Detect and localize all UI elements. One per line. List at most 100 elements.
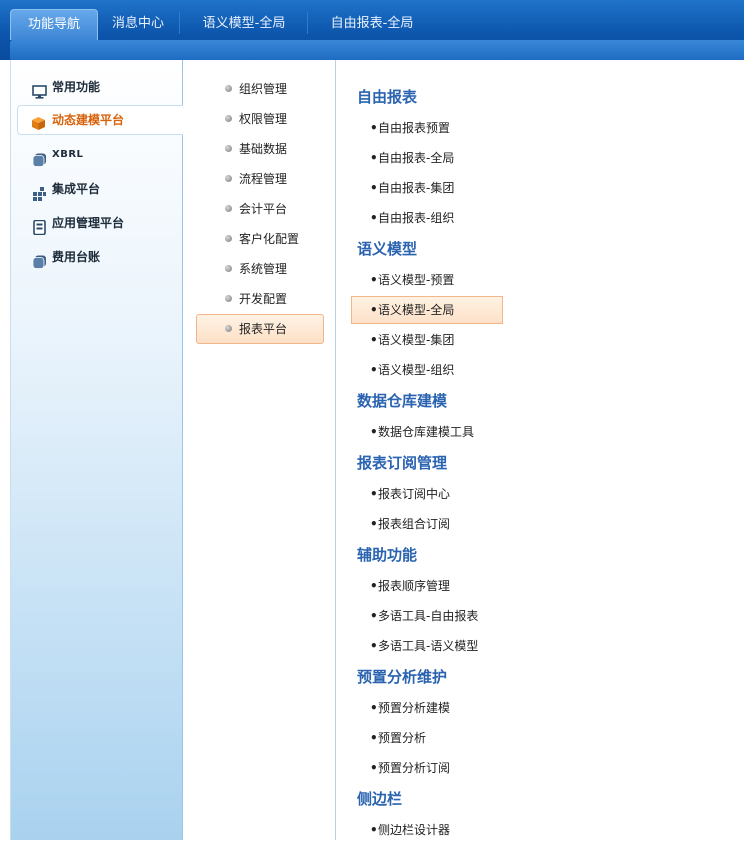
bullet: • xyxy=(370,517,378,531)
link-multilang-semantic-model[interactable]: • 多语工具-语义模型 xyxy=(351,632,503,660)
bullet: • xyxy=(370,363,378,377)
bullet: • xyxy=(370,333,378,347)
left-item-dynamic-modeling[interactable]: 动态建模平台 xyxy=(17,105,185,135)
link-label: 语义模型-集团 xyxy=(378,333,455,347)
mid-item-report-platform[interactable]: 报表平台 xyxy=(196,314,324,344)
tab-separator xyxy=(179,12,180,34)
header-band xyxy=(10,40,744,60)
link-combined-subscription[interactable]: • 报表组合订阅 xyxy=(351,510,503,538)
bullet-dot-icon xyxy=(225,175,232,182)
mid-item-label: 组织管理 xyxy=(239,82,288,96)
bullet-dot-icon xyxy=(225,295,232,302)
bullet: • xyxy=(370,181,378,195)
link-label: 数据仓库建模工具 xyxy=(378,425,475,439)
tab-separator xyxy=(307,12,308,34)
mid-item-accounting-platform[interactable]: 会计平台 xyxy=(196,194,324,224)
right-content-pane: 自由报表 • 自由报表预置 • 自由报表-全局 • 自由报表-集团 • 自由报表-组织 … xyxy=(337,60,744,840)
mid-item-permission-management[interactable]: 权限管理 xyxy=(196,104,324,134)
link-preset-analysis[interactable]: • 预置分析 xyxy=(351,724,503,752)
link-label: 预置分析订阅 xyxy=(378,761,451,775)
tab-function-nav[interactable]: 功能导航 xyxy=(10,9,98,40)
mid-item-label: 权限管理 xyxy=(239,112,288,126)
link-label: 多语工具-自由报表 xyxy=(378,609,479,623)
cube-icon xyxy=(31,113,46,130)
link-free-report-preset[interactable]: • 自由报表预置 xyxy=(351,114,503,142)
left-item-app-management[interactable]: 应用管理平台 xyxy=(11,208,184,238)
left-nav-pane: 常用功能 动态建模平台 XBRL 集成平台 应用管理平台 费用台账 xyxy=(10,60,185,840)
top-nav-bar: 功能导航 消息中心 语义模型-全局 自由报表-全局 xyxy=(0,0,744,60)
link-semantic-model-global[interactable]: • 语义模型-全局 xyxy=(351,296,503,324)
left-item-common-functions[interactable]: 常用功能 xyxy=(11,72,184,102)
group-title-semantic-model: 语义模型 xyxy=(357,240,418,258)
link-semantic-model-org[interactable]: • 语义模型-组织 xyxy=(351,356,503,384)
group-title-sidebar: 侧边栏 xyxy=(357,790,403,808)
mid-item-label: 报表平台 xyxy=(239,322,288,336)
mid-item-system-management[interactable]: 系统管理 xyxy=(196,254,324,284)
server-icon xyxy=(32,216,47,236)
left-item-label: 常用功能 xyxy=(52,80,101,94)
left-item-expense-ledger[interactable]: 费用台账 xyxy=(11,242,184,272)
link-label: 报表顺序管理 xyxy=(378,579,451,593)
bullet: • xyxy=(370,701,378,715)
group-title-auxiliary: 辅助功能 xyxy=(357,546,418,564)
bullet-dot-icon xyxy=(225,85,232,92)
bullet: • xyxy=(370,425,378,439)
link-report-order[interactable]: • 报表顺序管理 xyxy=(351,572,503,600)
mid-item-basic-data[interactable]: 基础数据 xyxy=(196,134,324,164)
group-title-data-warehouse: 数据仓库建模 xyxy=(357,392,448,410)
bullet: • xyxy=(370,211,378,225)
mid-item-label: 会计平台 xyxy=(239,202,288,216)
grid-icon xyxy=(32,182,47,201)
link-label: 语义模型-预置 xyxy=(378,273,455,287)
tab-free-report-global[interactable]: 自由报表-全局 xyxy=(310,9,434,39)
bullet: • xyxy=(370,731,378,745)
link-preset-analysis-subscription[interactable]: • 预置分析订阅 xyxy=(351,754,503,782)
group-title-preset-analysis: 预置分析维护 xyxy=(357,668,448,686)
left-item-label: 集成平台 xyxy=(52,182,101,196)
middle-menu-pane: 组织管理 权限管理 基础数据 流程管理 会计平台 客户化配置 系统管理 开发配置… xyxy=(183,60,336,840)
link-label: 语义模型-组织 xyxy=(378,363,455,377)
bullet-dot-icon xyxy=(225,205,232,212)
group-title-free-report: 自由报表 xyxy=(357,88,418,106)
bullet: • xyxy=(370,273,378,287)
link-label: 预置分析建模 xyxy=(378,701,451,715)
left-item-integration-platform[interactable]: 集成平台 xyxy=(11,174,184,204)
mid-item-process-management[interactable]: 流程管理 xyxy=(196,164,324,194)
link-subscription-center[interactable]: • 报表订阅中心 xyxy=(351,480,503,508)
mid-item-label: 系统管理 xyxy=(239,262,288,276)
tab-message-center[interactable]: 消息中心 xyxy=(98,9,178,39)
link-free-report-org[interactable]: • 自由报表-组织 xyxy=(351,204,503,232)
link-label: 自由报表-集团 xyxy=(378,181,455,195)
left-item-label: 费用台账 xyxy=(52,250,101,264)
left-item-xbrl[interactable]: XBRL xyxy=(11,140,184,170)
bullet-dot-icon xyxy=(225,325,232,332)
tab-semantic-model-global[interactable]: 语义模型-全局 xyxy=(182,9,306,39)
link-multilang-free-report[interactable]: • 多语工具-自由报表 xyxy=(351,602,503,630)
mid-item-org-management[interactable]: 组织管理 xyxy=(196,74,324,104)
link-free-report-group[interactable]: • 自由报表-集团 xyxy=(351,174,503,202)
left-item-label: 应用管理平台 xyxy=(52,216,125,230)
bullet-dot-icon xyxy=(225,235,232,242)
link-label: 多语工具-语义模型 xyxy=(378,639,479,653)
bullet: • xyxy=(370,121,378,135)
link-free-report-global[interactable]: • 自由报表-全局 xyxy=(351,144,503,172)
link-semantic-model-group[interactable]: • 语义模型-集团 xyxy=(351,326,503,354)
link-label: 预置分析 xyxy=(378,731,427,745)
left-item-label: 动态建模平台 xyxy=(52,113,125,127)
bullet: • xyxy=(370,579,378,593)
link-preset-analysis-modeling[interactable]: • 预置分析建模 xyxy=(351,694,503,722)
mid-item-customization[interactable]: 客户化配置 xyxy=(196,224,324,254)
bullet: • xyxy=(370,303,378,317)
bullet: • xyxy=(370,639,378,653)
link-label: 报表订阅中心 xyxy=(378,487,451,501)
link-label: 自由报表-组织 xyxy=(378,211,455,225)
bullet: • xyxy=(370,151,378,165)
bullet: • xyxy=(370,761,378,775)
link-label: 报表组合订阅 xyxy=(378,517,451,531)
mid-item-dev-config[interactable]: 开发配置 xyxy=(196,284,324,314)
group-title-report-subscription: 报表订阅管理 xyxy=(357,454,448,472)
bullet: • xyxy=(370,487,378,501)
link-semantic-model-preset[interactable]: • 语义模型-预置 xyxy=(351,266,503,294)
bullet-dot-icon xyxy=(225,115,232,122)
link-data-warehouse-tool[interactable]: • 数据仓库建模工具 xyxy=(351,418,503,446)
